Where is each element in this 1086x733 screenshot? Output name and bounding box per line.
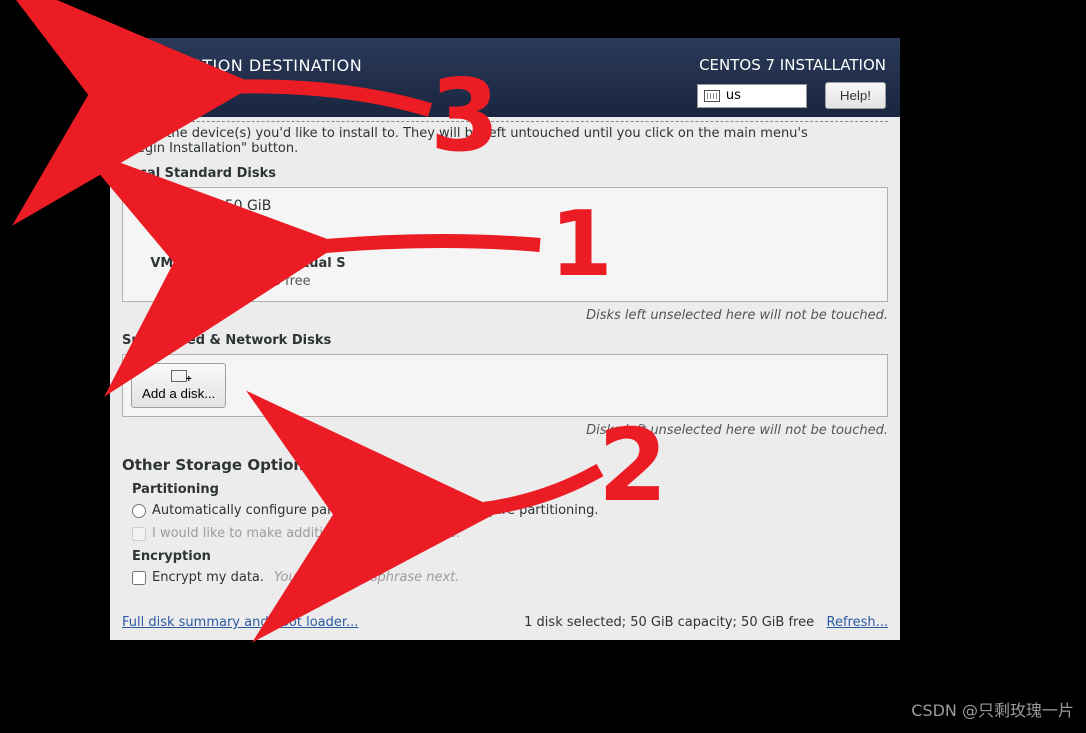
- watermark: CSDN @只剩玫瑰一片: [911, 697, 1074, 721]
- installer-window: INSTALLATION DESTINATION Done CENTOS 7 I…: [110, 38, 900, 640]
- check-reclaim-space: I would like to make additional space av…: [132, 526, 460, 541]
- network-disks-title: Specialized & Network Disks: [122, 333, 888, 348]
- refresh-link[interactable]: Refresh...: [827, 615, 889, 630]
- help-button[interactable]: Help!: [825, 82, 886, 109]
- add-disk-label: Add a disk...: [142, 386, 215, 401]
- encryption-title: Encryption: [132, 549, 888, 564]
- intro-text: Select the device(s) you'd like to insta…: [122, 126, 888, 156]
- radio-manual-partition[interactable]: I will configure partitioning.: [400, 503, 598, 518]
- content: Select the device(s) you'd like to insta…: [110, 117, 900, 640]
- selection-status: 1 disk selected; 50 GiB capacity; 50 GiB…: [524, 615, 814, 630]
- other-options-title: Other Storage Options: [122, 456, 888, 474]
- done-button[interactable]: Done: [124, 80, 189, 107]
- radio-auto-partition[interactable]: Automatically configure partitioning.: [132, 503, 390, 518]
- keyboard-layout-field[interactable]: us: [697, 84, 807, 108]
- network-note: Disks left unselected here will not be t…: [122, 423, 888, 438]
- keyboard-layout-value: us: [726, 88, 741, 103]
- disk-summary-link[interactable]: Full disk summary and boot loader...: [122, 615, 358, 630]
- network-disks-box: Add a disk...: [122, 354, 888, 417]
- partitioning-title: Partitioning: [132, 482, 888, 497]
- local-disks-title: Local Standard Disks: [122, 166, 888, 181]
- encryption-hint: You'll set a passphrase next.: [274, 570, 459, 585]
- install-label: CENTOS 7 INSTALLATION: [697, 56, 886, 74]
- local-note: Disks left unselected here will not be t…: [122, 308, 888, 323]
- disk-icon: [224, 222, 272, 252]
- disk-name: VMware, VMware Virtual S: [123, 256, 373, 271]
- check-encrypt[interactable]: Encrypt my data.: [132, 570, 264, 585]
- local-disks-box: 50 GiB VMware, VMware Virtual S sda / 50…: [122, 187, 888, 302]
- separator: [122, 121, 888, 122]
- disk-item[interactable]: 50 GiB VMware, VMware Virtual S sda / 50…: [123, 198, 373, 289]
- check-icon: [258, 238, 276, 256]
- titlebar: INSTALLATION DESTINATION Done CENTOS 7 I…: [110, 38, 900, 117]
- add-disk-button[interactable]: Add a disk...: [131, 363, 226, 408]
- disk-size: 50 GiB: [123, 198, 373, 214]
- disk-subinfo: sda / 50 GiB free: [123, 274, 373, 289]
- page-title: INSTALLATION DESTINATION: [124, 56, 362, 75]
- add-disk-icon: [171, 370, 187, 382]
- keyboard-icon: [704, 90, 720, 102]
